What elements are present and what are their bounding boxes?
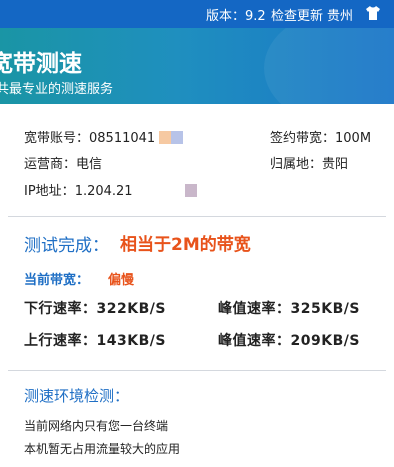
plan-row: 签约带宽：100M	[270, 127, 371, 146]
tshirt-icon[interactable]	[364, 4, 382, 22]
isp-label: 运营商：	[24, 157, 77, 172]
isp-row: 运营商：电信	[24, 153, 102, 172]
location-row: 归属地：贵阳	[270, 153, 348, 172]
result-value: 相当于2M的带宽	[120, 235, 251, 255]
privacy-mask	[171, 131, 184, 144]
download-peak-label: 峰值速率：	[218, 301, 291, 317]
environment-line: 本机暂无占用流量较大的应用	[24, 442, 181, 456]
privacy-mask	[159, 131, 172, 144]
current-bandwidth-label: 当前带宽：	[24, 273, 90, 288]
privacy-mask	[184, 184, 197, 197]
download-peak-value: 325KB/S	[290, 301, 360, 317]
download-value: 322KB/S	[96, 301, 166, 317]
result-label: 测试完成：	[24, 236, 109, 256]
page-title: 宽带测速	[0, 51, 82, 77]
plan-label: 签约带宽：	[270, 131, 336, 146]
ip-row: IP地址：1.204.21	[24, 180, 197, 199]
header-banner: 宽带测速 共最专业的测速服务	[0, 28, 394, 104]
upload-label: 上行速率：	[24, 333, 97, 349]
region-label[interactable]: 贵州	[327, 5, 353, 24]
banner-decoration	[264, 28, 394, 104]
upload-peak-value: 209KB/S	[290, 333, 360, 349]
top-bar: 版本：9.2 检查更新 贵州	[0, 0, 394, 28]
ip-value: 1.204.21	[74, 184, 133, 199]
environment-line: 当前网络内只有您一台终端	[24, 419, 169, 433]
download-speed: 下行速率：322KB/S	[24, 298, 166, 318]
account-value: 08511041	[89, 131, 156, 146]
version-label: 版本：9.2	[206, 9, 266, 24]
download-label: 下行速率：	[24, 301, 97, 317]
upload-speed: 上行速率：143KB/S	[24, 330, 166, 350]
isp-value: 电信	[76, 157, 103, 172]
download-peak: 峰值速率：325KB/S	[218, 298, 360, 318]
upload-value: 143KB/S	[96, 333, 166, 349]
upload-peak-label: 峰值速率：	[218, 333, 291, 349]
page-subtitle: 共最专业的测速服务	[0, 82, 114, 97]
location-label: 归属地：	[270, 157, 323, 172]
account-row: 宽带账号：08511041	[24, 127, 184, 146]
current-bandwidth-value: 偏慢	[108, 273, 135, 288]
divider	[8, 370, 386, 371]
account-label: 宽带账号：	[24, 131, 90, 146]
environment-title: 测速环境检测：	[24, 387, 130, 405]
ip-label: IP地址：	[24, 184, 75, 199]
plan-value: 100M	[335, 131, 372, 146]
check-update-link[interactable]: 检查更新	[271, 5, 323, 24]
location-value: 贵阳	[322, 157, 349, 172]
divider	[8, 216, 386, 217]
upload-peak: 峰值速率：209KB/S	[218, 330, 360, 350]
